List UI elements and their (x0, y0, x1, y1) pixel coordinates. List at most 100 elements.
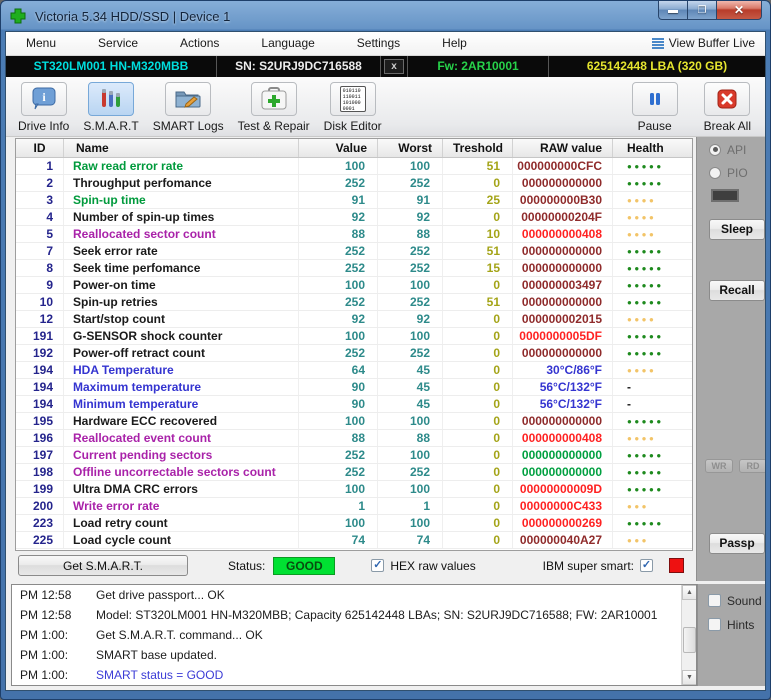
cell-id: 223 (16, 514, 64, 531)
table-row[interactable]: 191 G-SENSOR shock counter 100 100 0 00000000… (16, 327, 692, 345)
hints-option[interactable]: Hints (708, 618, 765, 632)
table-row[interactable]: 8 Seek time perfomance 252 252 15 00000000000… (16, 259, 692, 277)
passp-button[interactable]: Passp (709, 532, 765, 554)
toolbar-button-disk-editor[interactable]: 010110 110011 101000 0001 Disk Editor (324, 81, 382, 133)
toolbar-button-smart-logs[interactable]: SMART Logs (152, 81, 224, 133)
smart-table-header[interactable]: ID Name Value Worst Treshold RAW value H… (16, 138, 692, 158)
scroll-up-icon[interactable]: ▲ (682, 584, 696, 600)
log-entries: PM 12:58 Get drive passport... OK PM 12:58… (12, 585, 696, 685)
cell-id: 195 (16, 412, 64, 429)
menu-item-actions[interactable]: Actions (170, 36, 229, 50)
health-dots: ●●● (627, 535, 649, 545)
toolbar-label: SMART Logs (152, 118, 224, 133)
menu-item-help[interactable]: Help (432, 36, 477, 50)
scroll-down-icon[interactable]: ▼ (682, 669, 696, 685)
test-repair-icon (250, 81, 297, 116)
drive-x-button[interactable]: x (384, 58, 404, 74)
close-button[interactable]: ✕ (716, 1, 762, 20)
table-row[interactable]: 194 Minimum temperature 90 45 0 56°C/132°F - (16, 395, 692, 413)
header-name[interactable]: Name (64, 138, 299, 157)
cell-worst: 91 (378, 191, 443, 208)
table-row[interactable]: 2 Throughput perfomance 252 252 0 00000000000… (16, 174, 692, 192)
scroll-thumb[interactable] (683, 626, 696, 653)
log-region: PM 12:58 Get drive passport... OK PM 12:58… (6, 580, 765, 690)
log-text: SMART base updated. (96, 647, 217, 662)
table-row[interactable]: 199 Ultra DMA CRC errors 100 100 0 0000000000… (16, 480, 692, 498)
header-worst[interactable]: Worst (378, 138, 443, 157)
cell-value: 74 (299, 531, 378, 548)
header-threshold[interactable]: Treshold (443, 138, 513, 157)
table-row[interactable]: 7 Seek error rate 252 252 51 000000000000 ●●●●… (16, 242, 692, 260)
table-row[interactable]: 4 Number of spin-up times 92 92 0 00000000204… (16, 208, 692, 226)
cell-worst: 45 (378, 361, 443, 378)
cell-value: 92 (299, 208, 378, 225)
view-buffer-live-button[interactable]: View Buffer Live (651, 36, 755, 50)
cell-raw: 56°C/132°F (513, 378, 613, 395)
cell-threshold: 51 (443, 157, 513, 174)
hex-checkbox[interactable]: ✓ (371, 559, 385, 573)
ibm-checkbox[interactable]: ✓ (640, 559, 653, 573)
cell-raw: 56°C/132°F (513, 395, 613, 412)
cell-raw: 000000000000 (513, 174, 613, 191)
recall-button[interactable]: Recall (709, 279, 765, 301)
table-row[interactable]: 225 Load cycle count 74 74 0 000000040A27 ●●● (16, 531, 692, 549)
table-row[interactable]: 194 Maximum temperature 90 45 0 56°C/132°F - (16, 378, 692, 396)
pause-button[interactable]: Pause (631, 81, 678, 133)
menu-item-language[interactable]: Language (251, 36, 324, 50)
hex-raw-values-option[interactable]: ✓ HEX raw values (371, 559, 476, 573)
drive-serial: SN: S2URJ9DC716588 (217, 55, 381, 77)
health-dots: ●●●●● (627, 280, 664, 290)
api-radio[interactable]: API (709, 143, 746, 157)
table-row[interactable]: 197 Current pending sectors 252 100 0 0000000… (16, 446, 692, 464)
toolbar-button-drive-info[interactable]: i Drive Info (18, 81, 69, 133)
get-smart-button[interactable]: Get S.M.A.R.T. (18, 555, 188, 577)
table-row[interactable]: 12 Start/stop count 92 92 0 000000002015 ●●●● (16, 310, 692, 328)
table-row[interactable]: 196 Reallocated event count 88 88 0 000000000… (16, 429, 692, 447)
log-scrollbar[interactable]: ▲ ▼ (681, 584, 696, 685)
cell-name: Power-on time (64, 276, 299, 293)
header-raw[interactable]: RAW value (513, 138, 613, 157)
minimize-button[interactable]: ▬ (658, 1, 688, 20)
maximize-button[interactable]: ❐ (688, 1, 716, 20)
cell-value: 252 (299, 174, 378, 191)
ibm-super-smart-option[interactable]: IBM super smart: ✓ (543, 558, 684, 574)
table-row[interactable]: 198 Offline uncorrectable sectors count 25… (16, 463, 692, 481)
menu-item-service[interactable]: Service (88, 36, 148, 50)
cell-id: 191 (16, 327, 64, 344)
break-all-button[interactable]: Break All (704, 81, 751, 133)
table-row[interactable]: 3 Spin-up time 91 91 25 000000000B30 ●●●● (16, 191, 692, 209)
menu-item-menu[interactable]: Menu (16, 36, 66, 50)
table-row[interactable]: 195 Hardware ECC recovered 100 100 0 00000000… (16, 412, 692, 430)
header-id[interactable]: ID (16, 138, 64, 157)
table-row[interactable]: 1 Raw read error rate 100 100 51 000000000CFC… (16, 157, 692, 175)
table-row[interactable]: 9 Power-on time 100 100 0 000000003497 ●●●●● (16, 276, 692, 294)
sound-option[interactable]: Sound (708, 594, 765, 608)
drive-firmware: Fw: 2AR10001 (407, 55, 549, 77)
table-row[interactable]: 194 HDA Temperature 64 45 0 30°C/86°F ●●●● (16, 361, 692, 379)
table-row[interactable]: 192 Power-off retract count 252 252 0 0000000… (16, 344, 692, 362)
cell-worst: 92 (378, 310, 443, 327)
header-health[interactable]: Health (613, 139, 692, 157)
title-bar[interactable]: Victoria 5.34 HDD/SSD | Device 1 ▬ ❐ ✕ (1, 1, 770, 31)
health-dots: ●●●●● (627, 246, 664, 256)
cell-worst: 252 (378, 242, 443, 259)
menu-item-settings[interactable]: Settings (347, 36, 410, 50)
wr-button[interactable]: WR (705, 458, 733, 473)
table-row[interactable]: 5 Reallocated sector count 88 88 10 000000000… (16, 225, 692, 243)
table-row[interactable]: 223 Load retry count 100 100 0 000000000269 ●●… (16, 514, 692, 532)
table-row[interactable]: 200 Write error rate 1 1 0 00000000C433 ●●● (16, 497, 692, 515)
header-value[interactable]: Value (299, 138, 378, 157)
rd-button[interactable]: RD (739, 458, 765, 473)
cell-value: 100 (299, 514, 378, 531)
sound-checkbox[interactable] (708, 594, 721, 608)
toolbar-button-test-repair[interactable]: Test & Repair (238, 81, 310, 133)
health-dots: ●●●●● (627, 518, 664, 528)
hints-checkbox[interactable] (708, 618, 721, 632)
table-row[interactable]: 10 Spin-up retries 252 252 51 000000000000 ●●●… (16, 293, 692, 311)
health-dots: ●●●●● (627, 297, 664, 307)
toolbar-button-smart[interactable]: S.M.A.R.T (83, 81, 139, 133)
misc-panel: Sound Hints (697, 583, 765, 686)
sleep-button[interactable]: Sleep (709, 218, 765, 240)
pio-radio[interactable]: PIO (709, 166, 748, 180)
cell-value: 100 (299, 327, 378, 344)
